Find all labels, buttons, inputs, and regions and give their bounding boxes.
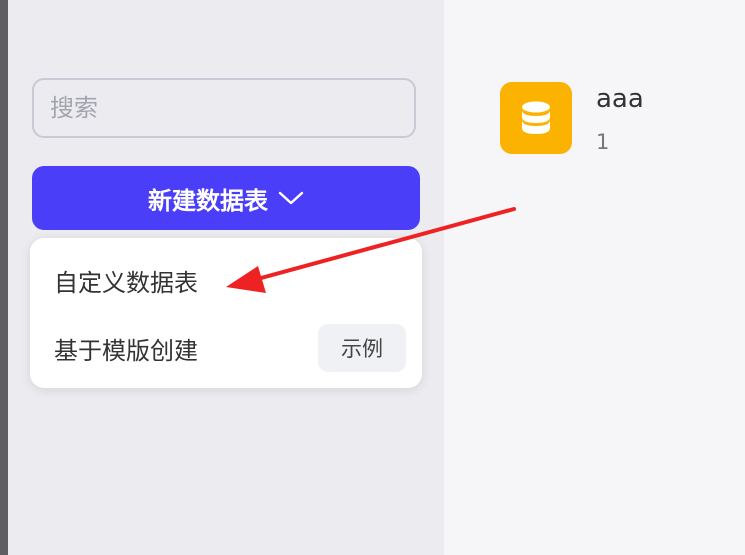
sidebar: 新建数据表 自定义数据表 基于模版创建 示例 <box>8 0 446 555</box>
menu-item-label: 基于模版创建 <box>54 336 198 365</box>
new-table-button[interactable]: 新建数据表 <box>32 166 420 230</box>
menu-item-from-template[interactable]: 基于模版创建 示例 <box>30 318 422 378</box>
new-table-dropdown-menu: 自定义数据表 基于模版创建 示例 <box>30 238 422 388</box>
new-table-button-label: 新建数据表 <box>148 186 268 215</box>
search-box[interactable] <box>32 78 446 138</box>
search-input[interactable] <box>34 80 446 136</box>
database-icon[interactable] <box>500 82 572 154</box>
menu-item-custom-table[interactable]: 自定义数据表 <box>30 250 422 310</box>
menu-item-label: 自定义数据表 <box>54 268 198 297</box>
chevron-down-icon <box>278 190 304 206</box>
window-edge <box>0 0 8 555</box>
table-record-count: 1 <box>596 130 610 154</box>
table-name[interactable]: aaa <box>596 84 644 114</box>
example-badge[interactable]: 示例 <box>318 324 406 372</box>
